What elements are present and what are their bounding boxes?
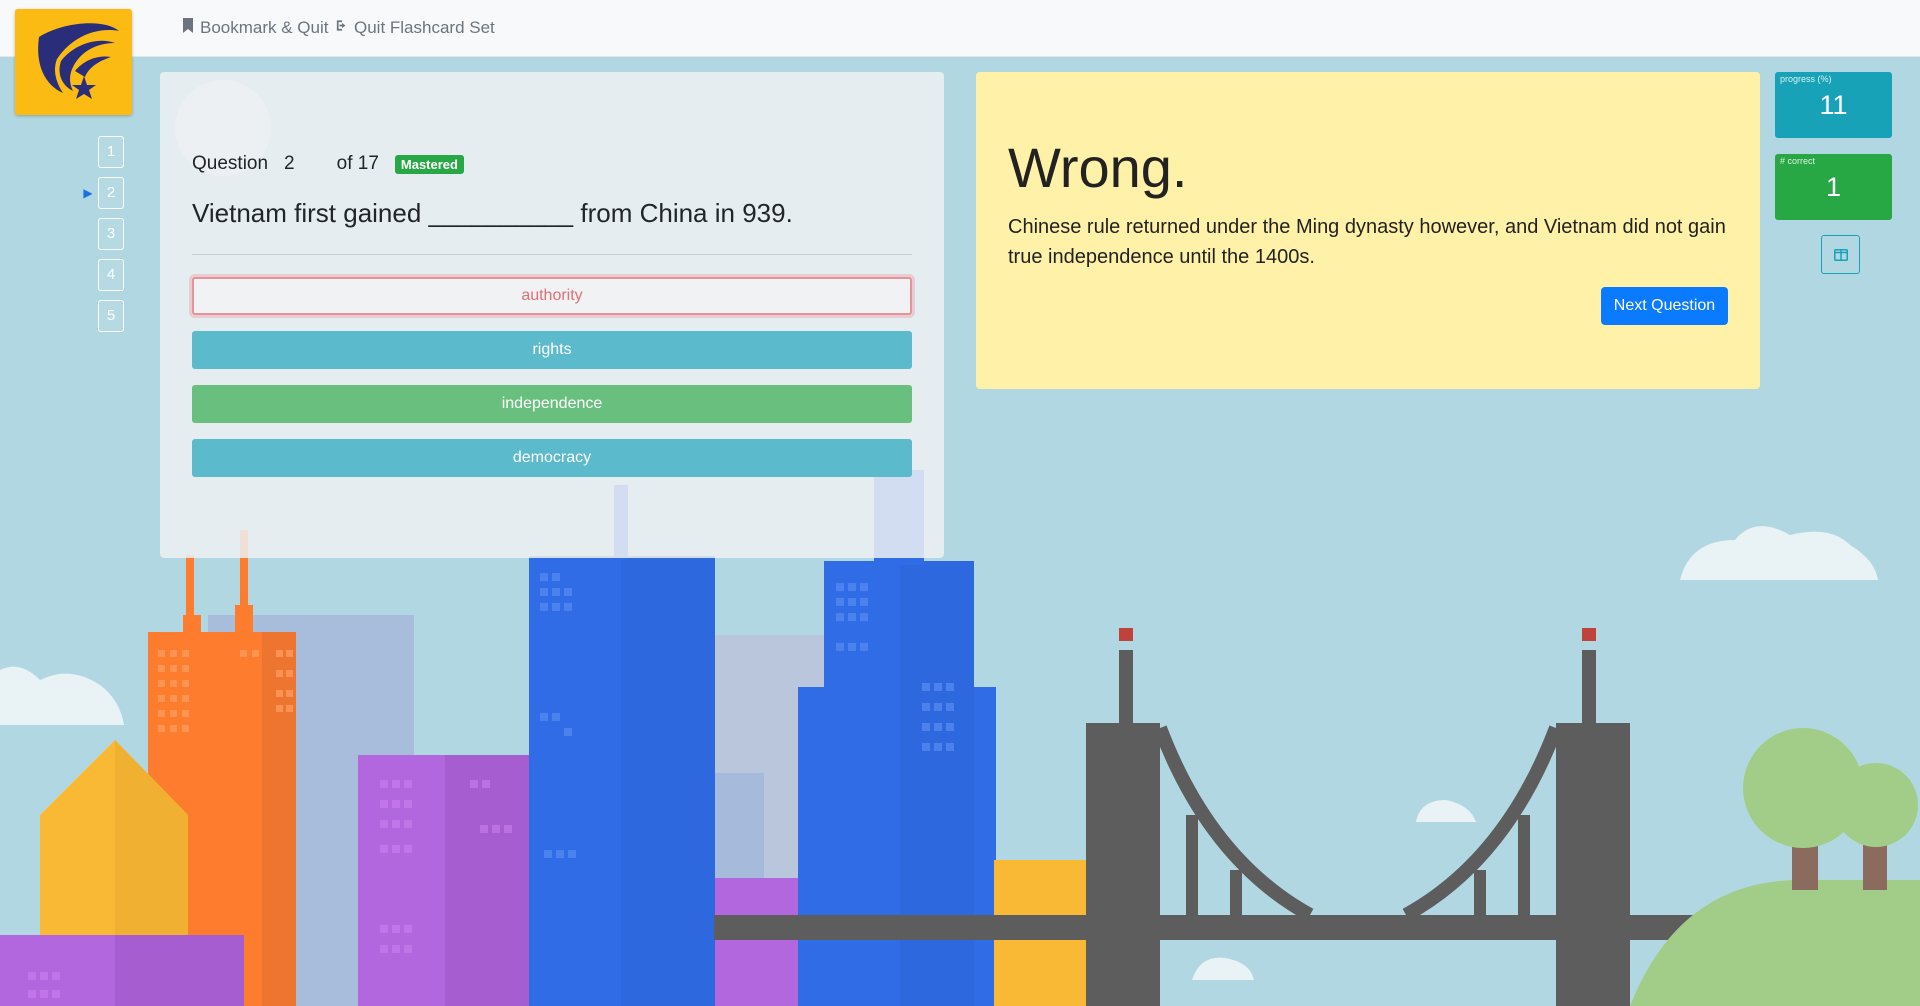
quit-flashcard-link[interactable]: Quit Flashcard Set	[336, 18, 495, 38]
progress-label: progress (%)	[1780, 74, 1832, 84]
question-divider	[192, 254, 912, 255]
feedback-explanation: Chinese rule returned under the Ming dyn…	[1008, 216, 1726, 268]
sign-out-icon	[336, 18, 348, 38]
question-header: Question 2 of 17 Mastered	[192, 152, 912, 176]
question-card: Question 2 of 17 Mastered Vietnam first …	[160, 72, 944, 558]
answer-option-independence[interactable]: independence	[192, 385, 912, 423]
progress-value: 11	[1819, 90, 1848, 120]
logo[interactable]	[15, 9, 132, 115]
logo-icon	[38, 23, 119, 99]
correct-label: # correct	[1780, 156, 1816, 166]
question-nav-item-5[interactable]: 5	[98, 300, 124, 332]
question-text: Vietnam first gained __________ from Chi…	[192, 198, 793, 228]
correct-stat: # correct 1	[1775, 154, 1892, 220]
progress-stat: progress (%) 11	[1775, 72, 1892, 138]
question-nav-item-3[interactable]: 3	[98, 218, 124, 250]
question-label: Question	[192, 153, 269, 174]
layout-toggle-button[interactable]	[1821, 235, 1860, 274]
top-navbar: Bookmark & Quit Quit Flashcard Set	[0, 0, 1920, 57]
question-number: 2	[284, 153, 295, 174]
answer-option-democracy[interactable]: democracy	[192, 439, 912, 477]
question-nav: 1 ▶ 2 3 4 5	[83, 136, 124, 341]
question-nav-item-2[interactable]: ▶ 2	[83, 177, 124, 209]
quit-flashcard-label: Quit Flashcard Set	[354, 18, 495, 37]
answer-option-authority[interactable]: authority	[192, 277, 912, 315]
feedback-card: Wrong. Chinese rule returned under the M…	[976, 72, 1760, 389]
question-total: of 17	[336, 153, 379, 174]
bookmark-quit-label: Bookmark & Quit	[200, 18, 329, 37]
next-question-button[interactable]: Next Question	[1601, 287, 1728, 325]
question-nav-item-1[interactable]: 1	[98, 136, 124, 168]
correct-value: 1	[1825, 172, 1842, 202]
bookmark-quit-link[interactable]: Bookmark & Quit	[182, 18, 329, 38]
current-question-marker-icon: ▶	[83, 186, 93, 200]
columns-icon	[1833, 248, 1848, 261]
question-nav-item-4[interactable]: 4	[98, 259, 124, 291]
bookmark-icon	[182, 18, 194, 38]
feedback-title: Wrong.	[1008, 136, 1188, 199]
answer-option-rights[interactable]: rights	[192, 331, 912, 369]
status-badge: Mastered	[394, 154, 464, 174]
